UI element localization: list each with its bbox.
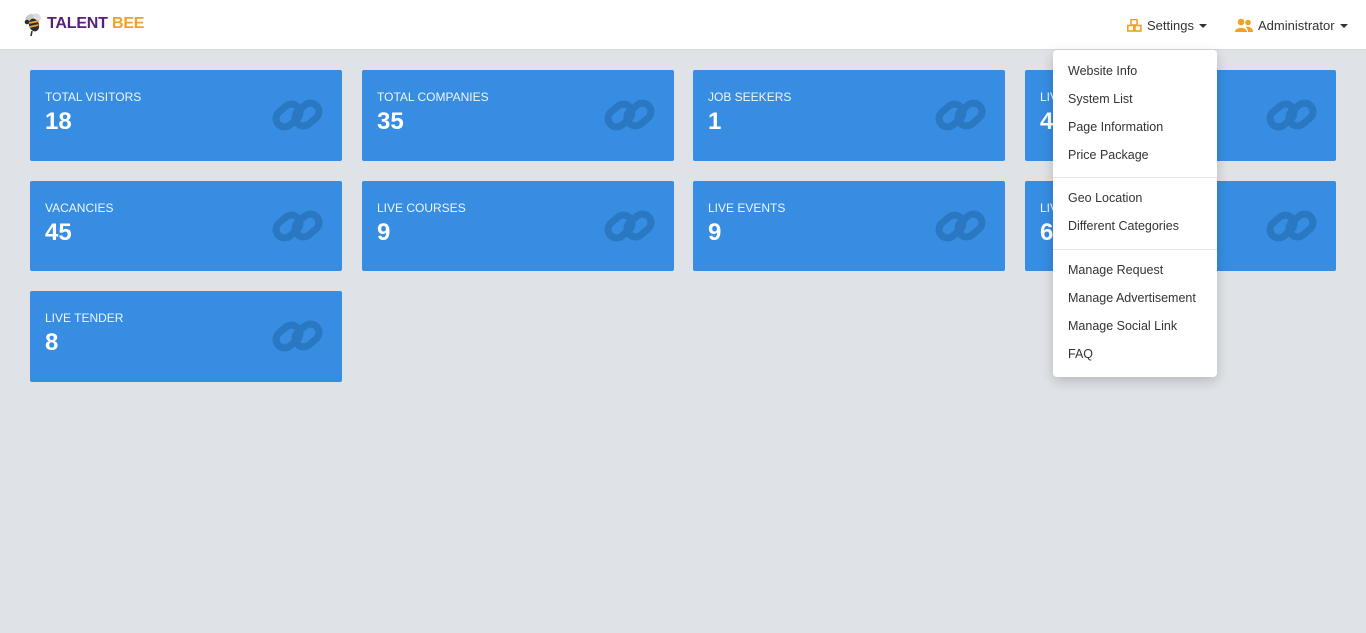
- brand-name: TALENT BEE: [47, 15, 145, 32]
- link-icon: [935, 210, 986, 242]
- link-icon: [1266, 99, 1317, 131]
- users-icon: [1235, 18, 1253, 32]
- menu-item-page-information[interactable]: Page Information: [1068, 120, 1163, 134]
- menu-divider: [1053, 177, 1217, 178]
- link-icon: [272, 210, 323, 242]
- link-icon: [272, 320, 323, 352]
- link-icon: [604, 99, 655, 131]
- card-label: LIVE COURSES: [377, 201, 466, 215]
- card-value: 4: [1040, 108, 1054, 135]
- bee-icon: [24, 13, 42, 37]
- cubes-icon: [1127, 18, 1142, 32]
- card-value: 1: [708, 108, 722, 135]
- card-label: JOB SEEKERS: [708, 90, 792, 104]
- admin-menu-toggle[interactable]: Administrator: [1235, 15, 1348, 35]
- menu-item-manage-social-link[interactable]: Manage Social Link: [1068, 319, 1177, 333]
- stat-card-live-tender[interactable]: LIVE TENDER 8: [30, 291, 342, 382]
- card-value: 45: [45, 219, 72, 246]
- menu-item-faq[interactable]: FAQ: [1068, 347, 1093, 361]
- menu-item-price-package[interactable]: Price Package: [1068, 148, 1149, 162]
- settings-label: Settings: [1147, 17, 1194, 33]
- menu-item-different-categories[interactable]: Different Categories: [1068, 219, 1179, 233]
- stat-card-job-seekers[interactable]: JOB SEEKERS 1: [693, 70, 1005, 161]
- card-value: 8: [45, 329, 59, 356]
- card-label: LIVE EVENTS: [708, 201, 786, 215]
- admin-label: Administrator: [1258, 17, 1335, 33]
- stat-card-total-companies[interactable]: TOTAL COMPANIES 35: [362, 70, 674, 161]
- settings-dropdown-menu: Website Info System List Page Informatio…: [1053, 50, 1217, 377]
- link-icon: [604, 210, 655, 242]
- card-value: 35: [377, 108, 404, 135]
- menu-divider: [1053, 249, 1217, 250]
- caret-down-icon: [1198, 24, 1207, 28]
- link-icon: [935, 99, 986, 131]
- card-value: 6: [1040, 219, 1054, 246]
- link-icon: [272, 99, 323, 131]
- stat-card-total-visitors[interactable]: TOTAL VISITORS 18: [30, 70, 342, 161]
- top-navbar: TALENT BEE Settings Administrator: [0, 0, 1366, 50]
- card-label: TOTAL VISITORS: [45, 90, 142, 104]
- card-value: 9: [377, 219, 391, 246]
- menu-item-system-list[interactable]: System List: [1068, 92, 1133, 106]
- card-value: 9: [708, 219, 722, 246]
- stat-card-live-courses[interactable]: LIVE COURSES 9: [362, 181, 674, 271]
- card-label: VACANCIES: [45, 201, 114, 215]
- menu-item-manage-request[interactable]: Manage Request: [1068, 263, 1163, 277]
- stat-card-vacancies[interactable]: VACANCIES 45: [30, 181, 342, 271]
- caret-down-icon: [1339, 24, 1348, 28]
- settings-menu-toggle[interactable]: Settings: [1127, 15, 1207, 35]
- card-label: TOTAL COMPANIES: [377, 90, 489, 104]
- card-label: LIVE TENDER: [45, 311, 124, 325]
- menu-item-website-info[interactable]: Website Info: [1068, 64, 1137, 78]
- link-icon: [1266, 210, 1317, 242]
- menu-item-manage-advertisement[interactable]: Manage Advertisement: [1068, 291, 1196, 305]
- stat-card-live-events[interactable]: LIVE EVENTS 9: [693, 181, 1005, 271]
- brand-logo[interactable]: TALENT BEE: [22, 9, 144, 39]
- card-value: 18: [45, 108, 72, 135]
- menu-item-geo-location[interactable]: Geo Location: [1068, 191, 1142, 205]
